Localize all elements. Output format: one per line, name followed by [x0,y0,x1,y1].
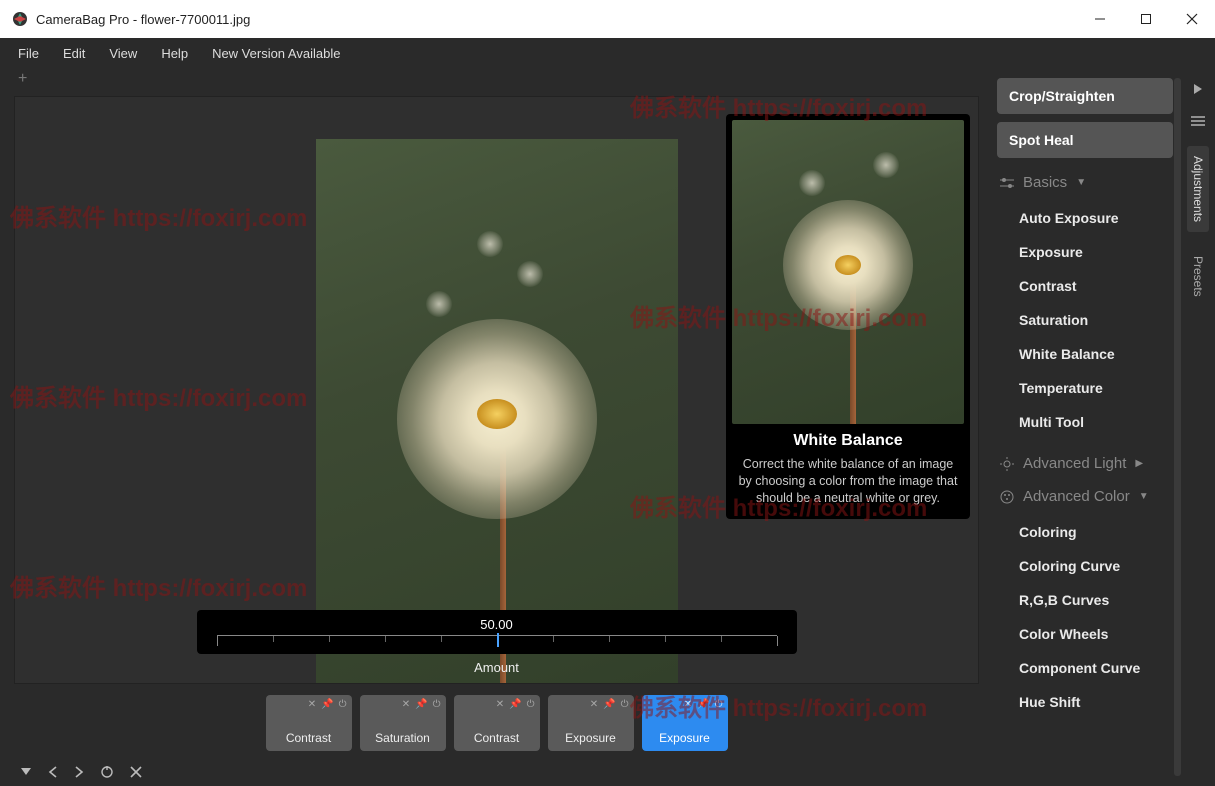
tile-label: Saturation [375,731,430,745]
item-hue-shift[interactable]: Hue Shift [997,685,1173,719]
menubar: File Edit View Help New Version Availabl… [0,38,1215,68]
section-advanced-light[interactable]: Advanced Light ▶ [1000,455,1173,472]
tile-label: Contrast [286,731,331,745]
next-icon[interactable] [74,766,84,778]
window-controls [1077,0,1215,38]
pin-icon[interactable]: 📌 [415,700,427,710]
window-title: CameraBag Pro - flower-7700011.jpg [36,12,250,27]
close-icon[interactable]: ✕ [590,700,598,710]
section-basics[interactable]: Basics ▼ [1000,174,1173,191]
collapse-icon[interactable] [20,767,32,777]
tile-label: Contrast [474,731,519,745]
menu-edit[interactable]: Edit [63,46,85,61]
item-component-curve[interactable]: Component Curve [997,651,1173,685]
item-exposure[interactable]: Exposure [997,235,1173,269]
pin-icon[interactable]: 📌 [697,700,709,710]
tile-exposure-2[interactable]: ✕ 📌 ⏻ Exposure [642,695,728,751]
tile-label: Exposure [659,731,710,745]
tooltip-description: Correct the white balance of an image by… [732,456,964,513]
tile-saturation[interactable]: ✕ 📌 ⏻ Saturation [360,695,446,751]
app-icon [12,11,28,27]
menu-new-version[interactable]: New Version Available [212,46,340,61]
canvas-image [316,139,678,684]
section-advanced-color[interactable]: Advanced Color ▼ [1000,488,1173,505]
pin-icon[interactable]: 📌 [509,700,521,710]
slider-thumb[interactable] [497,633,499,647]
pin-icon[interactable]: 📌 [603,700,615,710]
add-tab-button[interactable]: + [18,71,27,87]
menu-view[interactable]: View [109,46,137,61]
power-icon[interactable]: ⏻ [621,700,629,710]
item-white-balance[interactable]: White Balance [997,337,1173,371]
sliders-icon [1000,177,1014,189]
close-icon[interactable]: ✕ [496,700,504,710]
item-temperature[interactable]: Temperature [997,371,1173,405]
close-icon[interactable]: ✕ [402,700,410,710]
item-saturation[interactable]: Saturation [997,303,1173,337]
item-color-wheels[interactable]: Color Wheels [997,617,1173,651]
item-coloring[interactable]: Coloring [997,515,1173,549]
tooltip-title: White Balance [732,432,964,450]
section-label: Basics [1023,174,1067,191]
adjustments-panel: Crop/Straighten Spot Heal Basics ▼ Auto … [989,68,1181,786]
item-contrast[interactable]: Contrast [997,269,1173,303]
slider-track[interactable] [217,635,777,649]
spot-heal-button[interactable]: Spot Heal [997,122,1173,158]
close-icon[interactable]: ✕ [308,700,316,710]
power-icon[interactable]: ⏻ [715,700,723,710]
slider-value: 50.00 [197,617,797,632]
power-icon[interactable]: ⏻ [339,700,347,710]
menu-file[interactable]: File [18,46,39,61]
item-multi-tool[interactable]: Multi Tool [997,405,1173,439]
reset-icon[interactable] [100,765,114,779]
menu-help[interactable]: Help [161,46,188,61]
adjustment-tray: ✕ 📌 ⏻ Contrast ✕ 📌 ⏻ Saturation ✕ 📌 ⏻ Contrast… [14,688,979,758]
prev-icon[interactable] [48,766,58,778]
sun-icon [1000,457,1014,471]
section-label: Advanced Color [1023,488,1130,505]
slider-label: Amount [197,660,797,675]
maximize-button[interactable] [1123,0,1169,38]
item-rgb-curves[interactable]: R,G,B Curves [997,583,1173,617]
side-tab-rail: Adjustments Presets [1181,68,1215,786]
minimize-button[interactable] [1077,0,1123,38]
chevron-right-icon: ▶ [1135,458,1143,469]
item-coloring-curve[interactable]: Coloring Curve [997,549,1173,583]
close-button[interactable] [1169,0,1215,38]
pin-icon[interactable]: 📌 [321,700,333,710]
tile-contrast-1[interactable]: ✕ 📌 ⏻ Contrast [266,695,352,751]
menu-icon[interactable] [1191,114,1205,132]
chevron-down-icon: ▼ [1139,491,1149,502]
tab-adjustments[interactable]: Adjustments [1187,146,1209,232]
chevron-down-icon: ▼ [1076,177,1086,188]
app-body: File Edit View Help New Version Availabl… [0,38,1215,786]
tile-contrast-2[interactable]: ✕ 📌 ⏻ Contrast [454,695,540,751]
clear-icon[interactable] [130,766,142,778]
play-icon[interactable] [1192,82,1204,100]
power-icon[interactable]: ⏻ [433,700,441,710]
section-label: Advanced Light [1023,455,1126,472]
palette-icon [1000,490,1014,504]
tile-exposure-1[interactable]: ✕ 📌 ⏻ Exposure [548,695,634,751]
power-icon[interactable]: ⏻ [527,700,535,710]
panel-scrollbar[interactable] [1174,78,1181,776]
tooltip-white-balance: White Balance Correct the white balance … [726,114,970,519]
crop-straighten-button[interactable]: Crop/Straighten [997,78,1173,114]
tile-label: Exposure [565,731,616,745]
footer-toolbar [0,758,989,786]
item-auto-exposure[interactable]: Auto Exposure [997,201,1173,235]
tab-presets[interactable]: Presets [1187,246,1209,307]
close-icon[interactable]: ✕ [684,700,692,710]
titlebar: CameraBag Pro - flower-7700011.jpg [0,0,1215,38]
tooltip-preview [732,120,964,424]
tab-bar: + [0,68,989,90]
amount-slider[interactable]: 50.00 [197,610,797,675]
